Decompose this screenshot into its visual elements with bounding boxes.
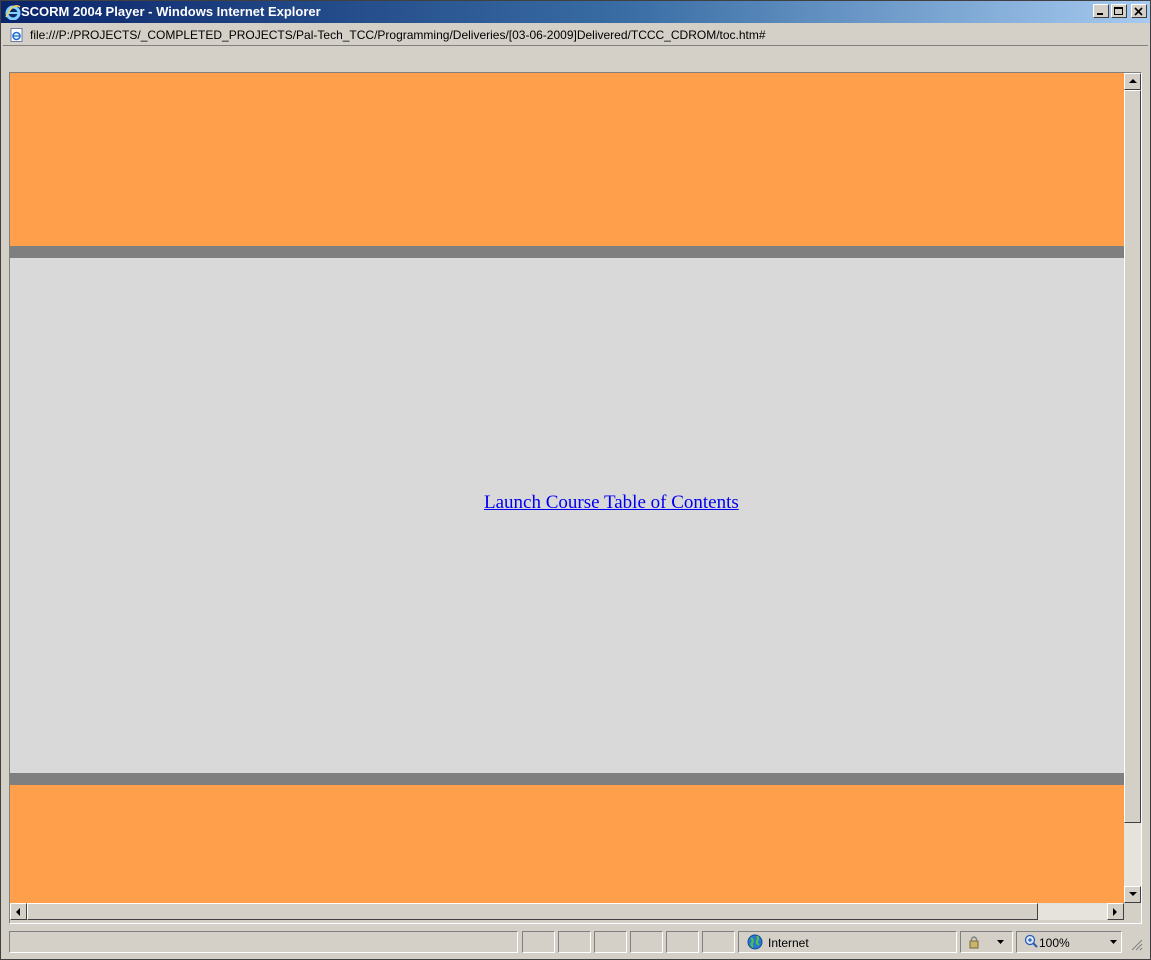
chevron-down-icon[interactable] <box>1110 940 1117 944</box>
maximize-icon <box>1114 7 1123 15</box>
header-separator <box>10 246 1124 258</box>
globe-icon <box>747 934 763 950</box>
address-bar[interactable]: file:///P:/PROJECTS/_COMPLETED_PROJECTS/… <box>3 24 1148 46</box>
content-area: Launch Course Table of Contents <box>10 258 1124 773</box>
maximize-button[interactable] <box>1111 4 1127 18</box>
horizontal-scroll-thumb[interactable] <box>27 903 1038 920</box>
ie-logo-icon <box>5 5 21 20</box>
footer-band <box>10 785 1124 903</box>
vertical-scrollbar[interactable] <box>1124 73 1141 903</box>
zoom-level[interactable]: 100% <box>1039 936 1070 950</box>
zoom-icon <box>1024 934 1038 948</box>
header-band <box>10 73 1124 246</box>
scroll-down-button[interactable] <box>1124 886 1141 903</box>
status-bar: Internet 100% <box>3 929 1148 957</box>
status-pane <box>666 931 699 953</box>
page-icon <box>10 28 23 42</box>
status-pane <box>558 931 591 953</box>
scroll-left-icon <box>16 908 20 916</box>
scroll-down-icon <box>1129 892 1137 896</box>
scroll-right-icon <box>1113 908 1117 916</box>
horizontal-scrollbar[interactable] <box>10 903 1124 920</box>
status-pane <box>702 931 735 953</box>
chevron-down-icon[interactable] <box>997 940 1004 944</box>
scroll-left-button[interactable] <box>10 903 27 920</box>
launch-toc-link[interactable]: Launch Course Table of Contents <box>484 492 739 514</box>
resize-grip-icon[interactable] <box>1131 939 1143 951</box>
minimize-button[interactable] <box>1093 4 1109 18</box>
minimize-icon <box>1097 13 1103 15</box>
lock-icon <box>969 936 979 949</box>
scroll-corner <box>1124 903 1141 920</box>
status-pane <box>522 931 555 953</box>
vertical-scroll-thumb[interactable] <box>1124 90 1141 823</box>
status-pane <box>594 931 627 953</box>
title-bar[interactable]: SCORM 2004 Player - Windows Internet Exp… <box>1 1 1150 23</box>
close-button[interactable] <box>1131 4 1147 18</box>
close-icon <box>1134 7 1143 16</box>
address-url[interactable]: file:///P:/PROJECTS/_COMPLETED_PROJECTS/… <box>30 28 766 42</box>
page-viewport: Launch Course Table of Contents <box>10 73 1124 903</box>
scroll-up-button[interactable] <box>1124 73 1141 90</box>
status-text-pane <box>9 931 518 953</box>
security-zone-label: Internet <box>768 936 809 950</box>
status-pane <box>630 931 663 953</box>
footer-separator <box>10 773 1124 785</box>
scroll-right-button[interactable] <box>1107 903 1124 920</box>
scroll-up-icon <box>1129 79 1137 83</box>
browser-window: SCORM 2004 Player - Windows Internet Exp… <box>0 0 1151 960</box>
window-title: SCORM 2004 Player - Windows Internet Exp… <box>21 4 321 19</box>
